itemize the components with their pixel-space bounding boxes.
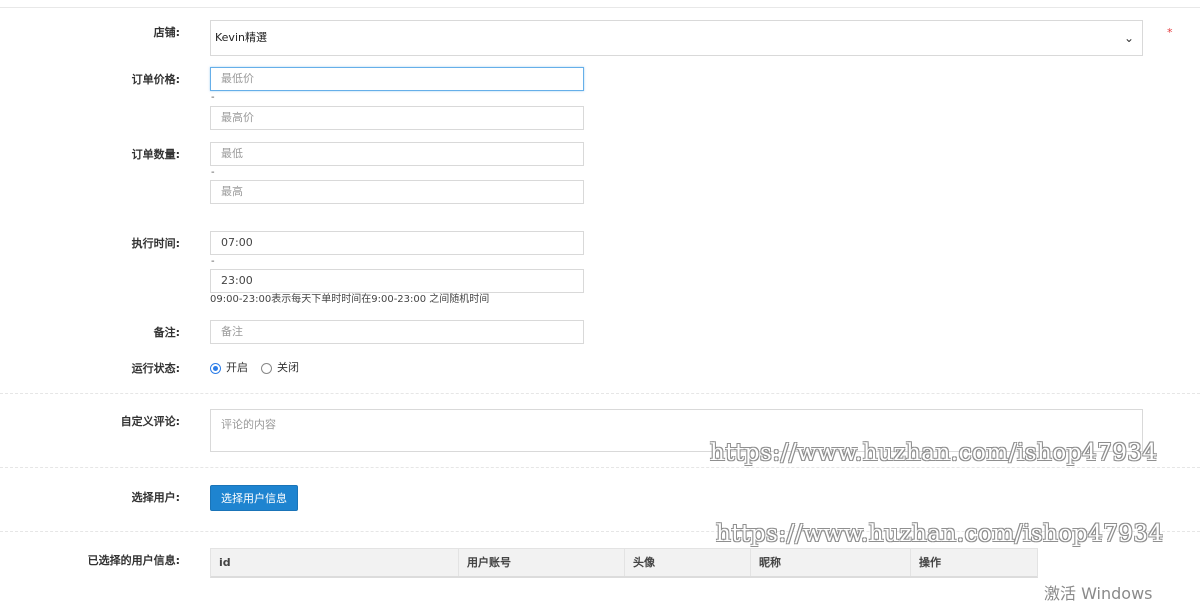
start-time-input[interactable]: 07:00: [210, 231, 584, 255]
activate-windows-overlay: 激活 Windows: [1044, 584, 1153, 603]
exec-time-label: 执行时间:: [131, 237, 180, 250]
custom-comment-label: 自定义评论:: [120, 415, 180, 428]
shop-label: 店铺:: [153, 26, 180, 39]
select-user-button[interactable]: 选择用户信息: [210, 485, 298, 511]
watermark-text: https://www.huzhan.com/ishop47934: [710, 440, 1158, 466]
max-count-input[interactable]: 最高: [210, 180, 584, 204]
selected-users-label: 已选择的用户信息:: [87, 554, 180, 567]
shop-select[interactable]: Kevin精選 ⌄: [210, 20, 1143, 56]
remark-input[interactable]: 备注: [210, 320, 584, 344]
end-time-input[interactable]: 23:00: [210, 269, 584, 293]
min-count-input[interactable]: 最低: [210, 142, 584, 166]
count-separator: -: [211, 167, 215, 178]
radio-off-label[interactable]: 关闭: [277, 362, 299, 374]
column-actions: 操作: [919, 556, 941, 569]
time-separator: -: [211, 256, 215, 267]
shop-select-value: Kevin精選: [215, 31, 267, 44]
top-divider: [0, 7, 1200, 8]
chevron-down-icon: ⌄: [1123, 31, 1134, 45]
column-id: id: [211, 549, 459, 576]
exec-time-hint: 09:00-23:00表示每天下单时时间在9:00-23:00 之间随机时间: [210, 294, 490, 305]
radio-on-label[interactable]: 开启: [226, 362, 248, 374]
selected-users-table-header: id 用户账号 头像 昵称 操作: [210, 548, 1038, 578]
section-divider: [0, 393, 1200, 394]
price-separator: -: [211, 92, 215, 103]
watermark-text: https://www.huzhan.com/ishop47934: [716, 521, 1164, 547]
remark-label: 备注:: [153, 326, 180, 339]
column-nickname: 昵称: [751, 549, 911, 576]
min-price-input[interactable]: 最低价: [210, 67, 584, 91]
radio-off[interactable]: [261, 363, 272, 374]
order-price-label: 订单价格:: [131, 73, 180, 86]
section-divider: [0, 467, 1200, 468]
column-account: 用户账号: [459, 549, 625, 576]
column-avatar: 头像: [625, 549, 751, 576]
run-status-label: 运行状态:: [131, 362, 180, 375]
select-user-label: 选择用户:: [131, 491, 180, 504]
order-count-label: 订单数量:: [131, 148, 180, 161]
max-price-input[interactable]: 最高价: [210, 106, 584, 130]
required-mark: *: [1167, 26, 1173, 39]
radio-on[interactable]: [210, 363, 221, 374]
